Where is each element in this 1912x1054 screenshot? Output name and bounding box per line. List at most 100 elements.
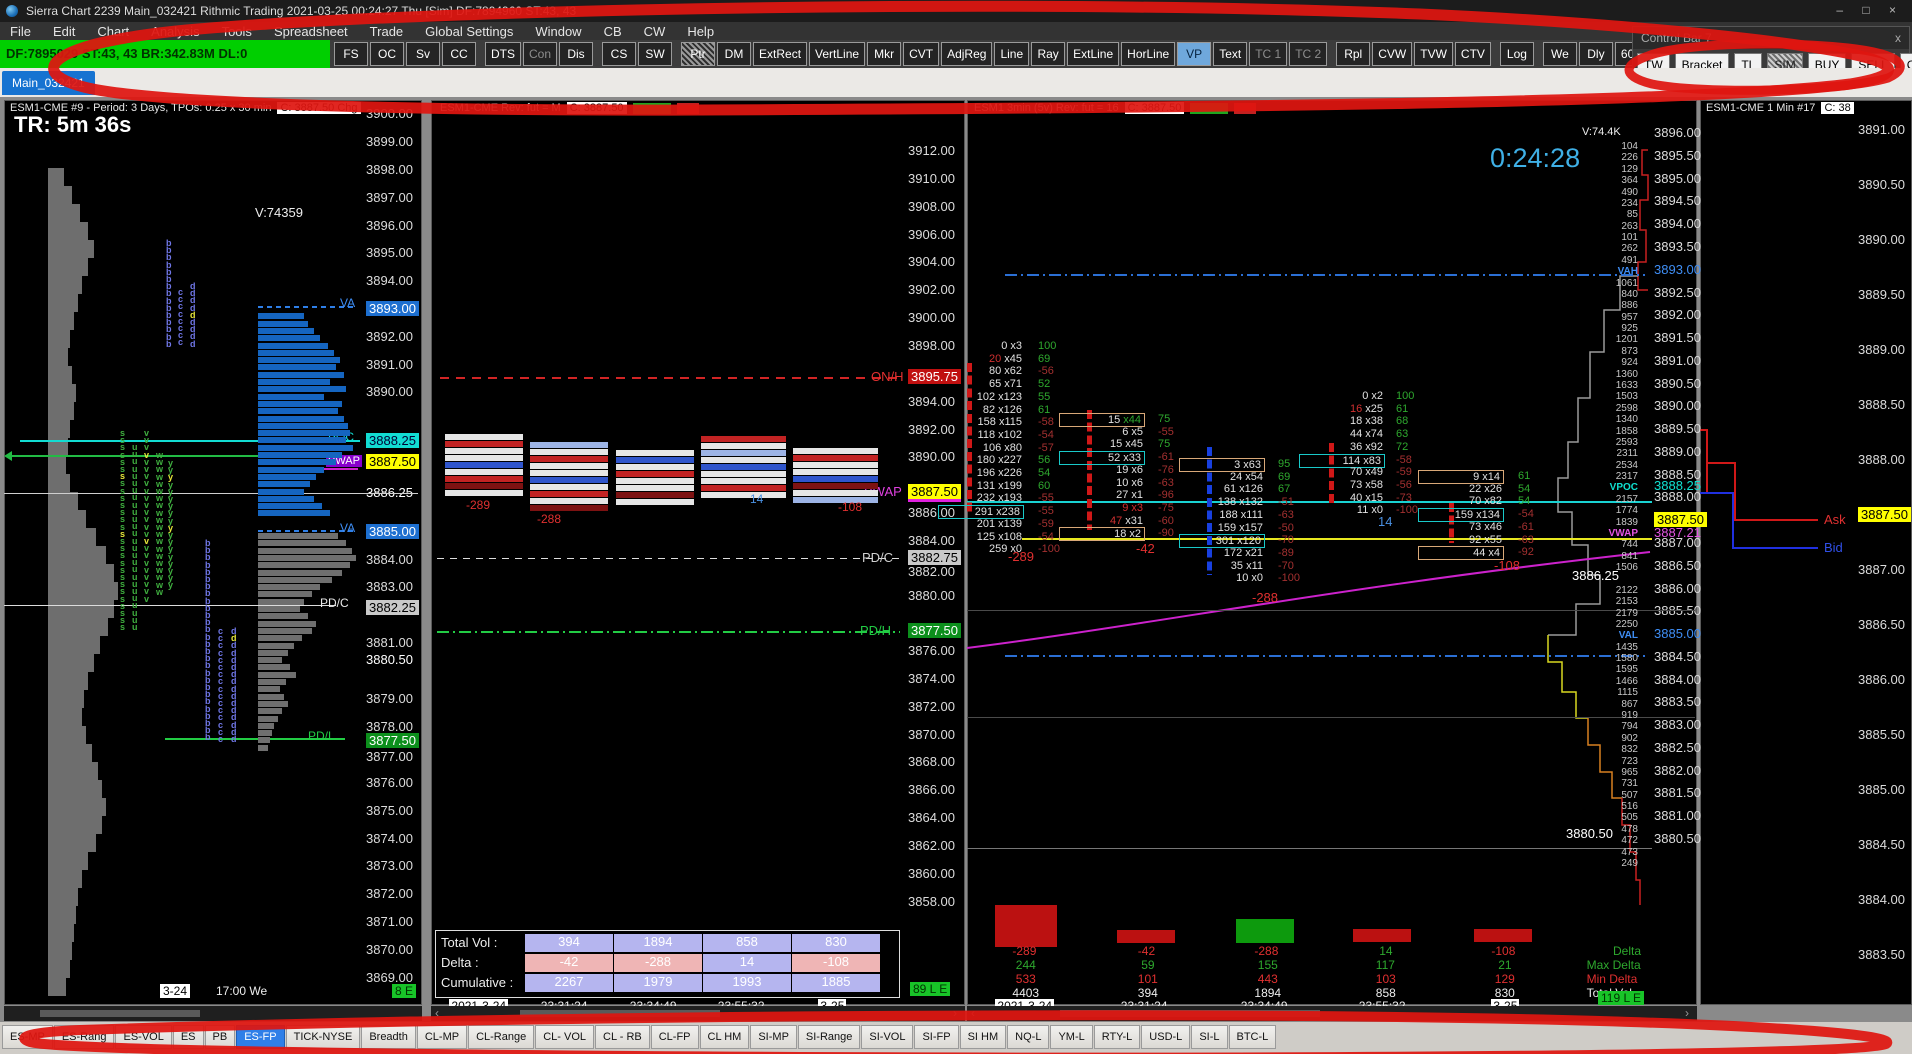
- delta-histogram-bar: [1236, 919, 1294, 943]
- chartbook-tab-cl-range[interactable]: CL-Range: [468, 1025, 535, 1049]
- footprint-bar: [445, 441, 523, 447]
- bidask-cell: 47 x31: [1109, 514, 1143, 527]
- bidask-cell: 65 x71: [988, 378, 1022, 391]
- bottom-table-value: 4403: [1012, 986, 1040, 1000]
- scroll-thumb[interactable]: [520, 1010, 720, 1017]
- chartbook-tab-si-fp[interactable]: SI-FP: [914, 1025, 959, 1049]
- bid-volume-bar: [258, 422, 348, 429]
- va-low-label: VA: [340, 521, 356, 535]
- chartbook-tab-es-fp[interactable]: ES-FP: [236, 1025, 285, 1049]
- chartbook-tab-es-mp[interactable]: ES-MP: [2, 1025, 53, 1049]
- chartbook-tab-btc-l[interactable]: BTC-L: [1228, 1025, 1277, 1049]
- footprint-bar: [701, 436, 786, 442]
- bottom-table-value: 394: [1137, 986, 1158, 1000]
- chartbook-tab-si-vol[interactable]: SI-VOL: [861, 1025, 914, 1049]
- volume-ladder-value: 957: [1621, 311, 1638, 323]
- diagonal-delta-cell: -58: [1396, 453, 1412, 466]
- chartbook-tab-nq-l[interactable]: NQ-L: [1007, 1025, 1050, 1049]
- bidask-cell: 106 x80: [982, 441, 1022, 454]
- chartbook-tab-es[interactable]: ES: [172, 1025, 204, 1049]
- chartbook-tab-pb[interactable]: PB: [204, 1025, 236, 1049]
- left-price-tick: 3871.00: [366, 914, 413, 929]
- chartbook-tab-cl-hm[interactable]: CL HM: [699, 1025, 750, 1049]
- right-price-tick: 3895.50: [1654, 148, 1701, 163]
- quote-price-tick: 3890.00: [1858, 232, 1905, 247]
- volume-bar: [258, 715, 278, 722]
- left-price-tick: 3899.00: [366, 134, 413, 149]
- diagonal-delta-cell: -70: [1278, 534, 1294, 547]
- bid-volume-bar: [258, 488, 304, 495]
- chartbook-tab-cl-rb[interactable]: CL - RB: [595, 1025, 650, 1049]
- table-cell: 1979: [614, 974, 702, 992]
- table-row-label: Delta :: [441, 955, 479, 970]
- bid-volume-bar: [258, 393, 324, 400]
- chartbook-tab-si-hm[interactable]: SI HM: [959, 1025, 1007, 1049]
- profile-outline: [1700, 429, 1708, 463]
- right-price-tick: 3885.00: [1654, 626, 1701, 641]
- right-chart-last-price-badge: C: 3887.50: [1124, 102, 1185, 114]
- bottom-table-value: -288: [1254, 944, 1279, 958]
- chartbook-tab-usd-l[interactable]: USD-L: [1141, 1025, 1191, 1049]
- chartbook-tab-cl-mp[interactable]: CL-MP: [416, 1025, 468, 1049]
- chartbook-tab-es-rang[interactable]: ES-Rang: [53, 1025, 115, 1049]
- footprint-bar: [445, 434, 523, 440]
- volume-ladder-value: 1858: [1615, 425, 1638, 437]
- left-price-tick: 3891.00: [366, 357, 413, 372]
- chartbook-tab-cl-fp[interactable]: CL-FP: [650, 1025, 699, 1049]
- green-chip: [1190, 102, 1229, 114]
- bid-volume-bar: [258, 342, 328, 349]
- chartbook-tab-tick-nyse[interactable]: TICK-NYSE: [285, 1025, 361, 1049]
- right-price-tick: 3891.00: [1654, 353, 1701, 368]
- volume-bar: [258, 533, 338, 539]
- left-price-tick: 3870.00: [366, 942, 413, 957]
- bidask-cell: 24 x54: [1229, 470, 1263, 483]
- tpo-letter: c: [178, 337, 184, 348]
- bid-volume-bar: [258, 320, 308, 327]
- diagonal-delta-cell: -59: [1038, 517, 1054, 530]
- volume-bar: [258, 700, 288, 707]
- scroll-thumb[interactable]: [40, 1010, 200, 1017]
- left-chart-last-price-badge: C: 3887.50 Chg: [277, 102, 361, 114]
- bidask-cell: 22 x26: [1468, 482, 1502, 495]
- chartbook-tab-si-range[interactable]: SI-Range: [797, 1025, 861, 1049]
- chartbook-tab-breadth[interactable]: Breadth: [361, 1025, 416, 1049]
- left-price-tick: 3884.00: [366, 552, 413, 567]
- quote-price-tick: 3889.00: [1858, 342, 1905, 357]
- volume-bar: [258, 576, 332, 583]
- chart-line: [1005, 274, 1645, 276]
- table-cell: -108: [792, 954, 880, 972]
- chart-line: [437, 631, 900, 633]
- volume-bar: [258, 649, 288, 656]
- chartbook-tab-rty-l[interactable]: RTY-L: [1093, 1025, 1141, 1049]
- volume-ladder-value: 924: [1621, 357, 1638, 369]
- bidask-cell: 73 x46: [1468, 520, 1502, 533]
- volume-ladder-value: 262: [1621, 243, 1638, 255]
- chartbook-tab-si-mp[interactable]: SI-MP: [750, 1025, 797, 1049]
- volume-ladder-value: 505: [1621, 812, 1638, 824]
- bidask-cell: 158 x115: [977, 416, 1022, 429]
- table-cell: 1993: [703, 974, 791, 992]
- chartbook-tab-si-l[interactable]: SI-L: [1191, 1025, 1228, 1049]
- diagonal-delta-cell: -61: [1518, 520, 1534, 533]
- volume-ladder-value: 101: [1621, 232, 1638, 244]
- bottom-table-value: 830: [1494, 986, 1515, 1000]
- volume-bar: [258, 642, 294, 649]
- bottom-table-value: 244: [1015, 958, 1036, 972]
- right-study-badge: 119 L E: [1598, 991, 1645, 1005]
- profile-outline: [48, 168, 118, 996]
- bidask-cell: 20 x45: [988, 352, 1022, 365]
- diagonal-delta-cell: -54: [1518, 508, 1534, 521]
- volume-ladder-value: 1580: [1615, 653, 1638, 665]
- bidask-cell: 18 x38: [1349, 415, 1383, 428]
- chartbook-tab-es-vol[interactable]: ES-VOL: [115, 1025, 172, 1049]
- scroll-thumb[interactable]: [1060, 1010, 1320, 1017]
- profile-outline: [1706, 462, 1736, 494]
- chartbook-tab-ym-l[interactable]: YM-L: [1050, 1025, 1093, 1049]
- footprint-bar: [445, 490, 523, 496]
- bottom-table-value: 129: [1494, 972, 1515, 986]
- left-price-tick: 3895.00: [366, 245, 413, 260]
- chartbook-tab-bar: ES-MP ES-Rang ES-VOL ES PB ES-FP TICK-NYSE Brea…: [0, 1022, 1912, 1054]
- middle-price-tick: 3880.00: [908, 588, 955, 603]
- chartbook-tab-cl-vol[interactable]: CL- VOL: [535, 1025, 595, 1049]
- left-time-label: 17:00 We: [216, 984, 268, 998]
